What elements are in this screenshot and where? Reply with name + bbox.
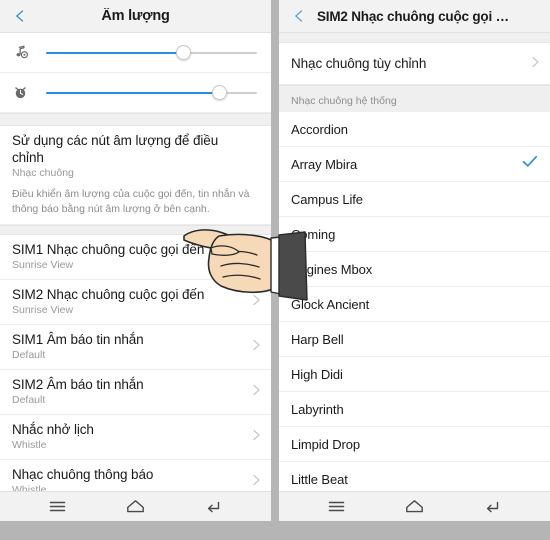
row-subtitle: Sunrise View bbox=[12, 304, 74, 316]
home-icon[interactable] bbox=[397, 495, 431, 519]
back-icon[interactable] bbox=[197, 495, 231, 519]
ringtone-item-campus-life[interactable]: Campus Life bbox=[279, 182, 550, 217]
ringtone-name: Campus Life bbox=[291, 191, 363, 207]
ringtone-name: Accordion bbox=[291, 121, 348, 137]
row-title: Nhạc chuông thông báo bbox=[12, 467, 154, 482]
slider-knob[interactable] bbox=[211, 85, 227, 100]
row-subtitle: Default bbox=[12, 394, 46, 406]
row-title: SIM2 Âm báo tin nhắn bbox=[12, 377, 144, 392]
left-scroll-body[interactable]: Sử dụng các nút âm lượng để điều chỉnh N… bbox=[0, 33, 271, 491]
ringtone-item-glock-ancient[interactable]: Glock Ancient bbox=[279, 287, 550, 322]
checkmark-icon bbox=[522, 155, 538, 173]
row-title: SIM1 Nhạc chuông cuộc gọi đến bbox=[12, 242, 205, 257]
section-spacer bbox=[0, 225, 271, 235]
ringtone-music-note-icon bbox=[12, 44, 38, 61]
slider-knob[interactable] bbox=[175, 45, 191, 60]
chevron-right-icon bbox=[252, 293, 261, 311]
setting-row-sim1-ringtone[interactable]: SIM1 Nhạc chuông cuộc gọi đến Sunrise Vi… bbox=[0, 235, 271, 280]
row-subtitle: Default bbox=[12, 349, 46, 361]
ringtone-item-limpid-drop[interactable]: Limpid Drop bbox=[279, 427, 550, 462]
menu-icon[interactable] bbox=[40, 495, 74, 519]
right-phone-panel: SIM2 Nhạc chuông cuộc gọi đến Nhạc chuôn… bbox=[279, 0, 550, 521]
chevron-right-icon bbox=[252, 428, 261, 446]
setting-row-notification-ringtone[interactable]: Nhạc chuông thông báo Whistle bbox=[0, 460, 271, 491]
ringtone-name: Glock Ancient bbox=[291, 296, 370, 312]
ringtone-volume-slider-row[interactable] bbox=[0, 33, 271, 73]
chevron-right-icon bbox=[252, 383, 261, 401]
back-icon[interactable] bbox=[476, 495, 510, 519]
row-title: Nhắc nhở lịch bbox=[12, 422, 94, 437]
setting-row-sim2-ringtone[interactable]: SIM2 Nhạc chuông cuộc gọi đến Sunrise Vi… bbox=[0, 280, 271, 325]
volume-buttons-title: Sử dụng các nút âm lượng để điều chỉnh bbox=[12, 133, 219, 165]
row-subtitle: Whistle bbox=[12, 439, 47, 451]
right-header-bar: SIM2 Nhạc chuông cuộc gọi đến bbox=[279, 0, 550, 33]
chevron-right-icon bbox=[531, 55, 540, 73]
ringtone-name: High Didi bbox=[291, 366, 343, 382]
setting-row-sim2-message-tone[interactable]: SIM2 Âm báo tin nhắn Default bbox=[0, 370, 271, 415]
ringtone-name: Labyrinth bbox=[291, 401, 344, 417]
setting-row-calendar-reminder[interactable]: Nhắc nhở lịch Whistle bbox=[0, 415, 271, 460]
ringtone-item-coming[interactable]: Coming bbox=[279, 217, 550, 252]
back-chevron-icon[interactable] bbox=[291, 8, 307, 24]
back-chevron-icon[interactable] bbox=[12, 8, 28, 24]
alarm-clock-icon bbox=[12, 84, 38, 101]
setting-row-sim1-message-tone[interactable]: SIM1 Âm báo tin nhắn Default bbox=[0, 325, 271, 370]
ringtone-item-little-beat[interactable]: Little Beat bbox=[279, 462, 550, 491]
ringtone-name: Limpid Drop bbox=[291, 436, 360, 452]
alarm-slider-track[interactable] bbox=[46, 84, 257, 102]
section-spacer bbox=[0, 113, 271, 126]
volume-buttons-row[interactable]: Sử dụng các nút âm lượng để điều chỉnh N… bbox=[0, 126, 271, 182]
row-title: SIM2 Nhạc chuông cuộc gọi đến bbox=[12, 287, 205, 302]
chevron-right-icon bbox=[252, 473, 261, 491]
ringtone-item-array-mbira[interactable]: Array Mbira bbox=[279, 147, 550, 182]
ringtone-item-high-didi[interactable]: High Didi bbox=[279, 357, 550, 392]
slider-fill bbox=[46, 51, 184, 54]
alarm-volume-slider-row[interactable] bbox=[0, 73, 271, 113]
chevron-right-icon bbox=[252, 248, 261, 266]
ringtone-slider-track[interactable] bbox=[46, 44, 257, 62]
ringtone-item-engines-mbox[interactable]: Engines Mbox bbox=[279, 252, 550, 287]
ringtone-item-accordion[interactable]: Accordion bbox=[279, 112, 550, 147]
custom-ringtone-row[interactable]: Nhạc chuông tùy chỉnh bbox=[279, 43, 550, 85]
ringtone-item-labyrinth[interactable]: Labyrinth bbox=[279, 392, 550, 427]
row-subtitle: Whistle bbox=[12, 484, 47, 491]
left-navigation-bar bbox=[0, 491, 271, 521]
volume-buttons-subtitle: Nhạc chuông bbox=[12, 167, 74, 179]
left-header-bar: Âm lượng bbox=[0, 0, 271, 33]
menu-icon[interactable] bbox=[319, 495, 353, 519]
ringtone-item-harp-bell[interactable]: Harp Bell bbox=[279, 322, 550, 357]
ringtone-name: Coming bbox=[291, 226, 336, 242]
screenshot-canvas: Âm lượng Sử dụng các nút âm lượng để điề… bbox=[0, 0, 550, 540]
row-subtitle: Sunrise View bbox=[12, 259, 74, 271]
right-scroll-body[interactable]: Nhạc chuông tùy chỉnh Nhạc chuông hệ thố… bbox=[279, 33, 550, 491]
custom-ringtone-label: Nhạc chuông tùy chỉnh bbox=[291, 56, 427, 71]
ringtone-name: Harp Bell bbox=[291, 331, 344, 347]
left-page-title: Âm lượng bbox=[101, 8, 170, 24]
slider-fill bbox=[46, 91, 220, 94]
ringtone-name: Little Beat bbox=[291, 471, 348, 487]
row-title: SIM1 Âm báo tin nhắn bbox=[12, 332, 144, 347]
system-ringtones-group-label: Nhạc chuông hệ thống bbox=[279, 85, 550, 112]
volume-buttons-description: Điều khiển âm lượng của cuộc gọi đến, ti… bbox=[0, 182, 271, 225]
home-icon[interactable] bbox=[118, 495, 152, 519]
ringtone-name: Array Mbira bbox=[291, 156, 358, 172]
ringtone-name: Engines Mbox bbox=[291, 261, 373, 277]
chevron-right-icon bbox=[252, 338, 261, 356]
right-page-title: SIM2 Nhạc chuông cuộc gọi đến bbox=[317, 8, 519, 24]
section-spacer bbox=[279, 33, 550, 43]
left-phone-panel: Âm lượng Sử dụng các nút âm lượng để điề… bbox=[0, 0, 271, 521]
right-navigation-bar bbox=[279, 491, 550, 521]
